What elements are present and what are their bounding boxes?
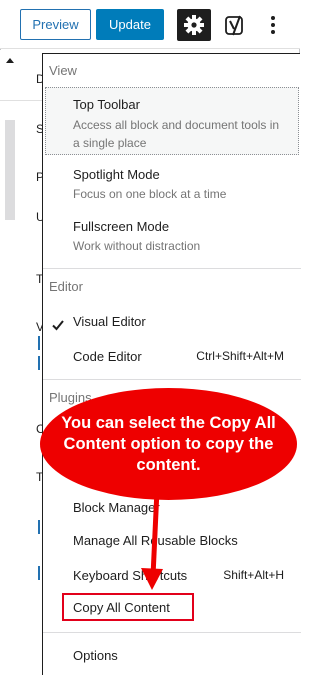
more-options-button[interactable] xyxy=(261,9,285,41)
preview-button[interactable]: Preview xyxy=(20,9,91,40)
callout-arrow xyxy=(141,489,163,590)
callout-text: You can select the Copy All Content opti… xyxy=(61,413,276,474)
sidebar-link-fragment xyxy=(38,520,40,534)
gear-icon xyxy=(184,15,204,35)
menu-section-editor: Editor xyxy=(49,279,83,294)
keyboard-shortcuts-shortcut: Shift+Alt+H xyxy=(223,568,284,582)
yoast-icon xyxy=(225,15,243,36)
collapse-caret-icon xyxy=(6,58,14,63)
callout-bubble: You can select the Copy All Content opti… xyxy=(40,388,297,500)
menu-divider xyxy=(43,632,301,633)
settings-button[interactable] xyxy=(177,9,211,41)
sidebar-scrollbar[interactable] xyxy=(5,120,15,220)
menu-item-top-toolbar-label: Top Toolbar xyxy=(73,97,140,112)
sidebar-link-fragment xyxy=(38,566,40,580)
menu-item-top-toolbar-desc: Access all block and document tools in a… xyxy=(73,118,280,150)
editor-toolbar: Preview Update xyxy=(0,0,300,49)
sidebar-link-fragment xyxy=(38,336,40,350)
menu-item-copy-all-content[interactable]: Copy All Content xyxy=(73,600,170,615)
menu-item-code-editor[interactable]: Code Editor xyxy=(73,349,142,364)
more-vertical-icon xyxy=(271,16,275,34)
sidebar-link-fragment xyxy=(38,356,40,370)
menu-item-options[interactable]: Options xyxy=(73,648,118,663)
settings-sidebar: D S P U T V C T xyxy=(0,50,45,675)
menu-item-visual-editor[interactable]: Visual Editor xyxy=(73,314,146,329)
menu-item-spotlight-mode[interactable]: Spotlight Mode xyxy=(73,167,160,182)
menu-section-view: View xyxy=(49,63,77,78)
menu-divider xyxy=(43,379,301,380)
code-editor-shortcut: Ctrl+Shift+Alt+M xyxy=(196,349,284,363)
update-button[interactable]: Update xyxy=(96,9,164,40)
menu-item-spotlight-mode-desc: Focus on one block at a time xyxy=(73,187,227,201)
yoast-seo-button[interactable] xyxy=(220,9,250,41)
menu-item-fullscreen-mode[interactable]: Fullscreen Mode xyxy=(73,219,169,234)
more-tools-menu: View Top Toolbar Access all block and do… xyxy=(42,53,301,675)
divider xyxy=(0,100,42,101)
menu-item-fullscreen-mode-desc: Work without distraction xyxy=(73,239,201,253)
menu-divider xyxy=(43,268,301,269)
check-icon xyxy=(52,320,64,331)
